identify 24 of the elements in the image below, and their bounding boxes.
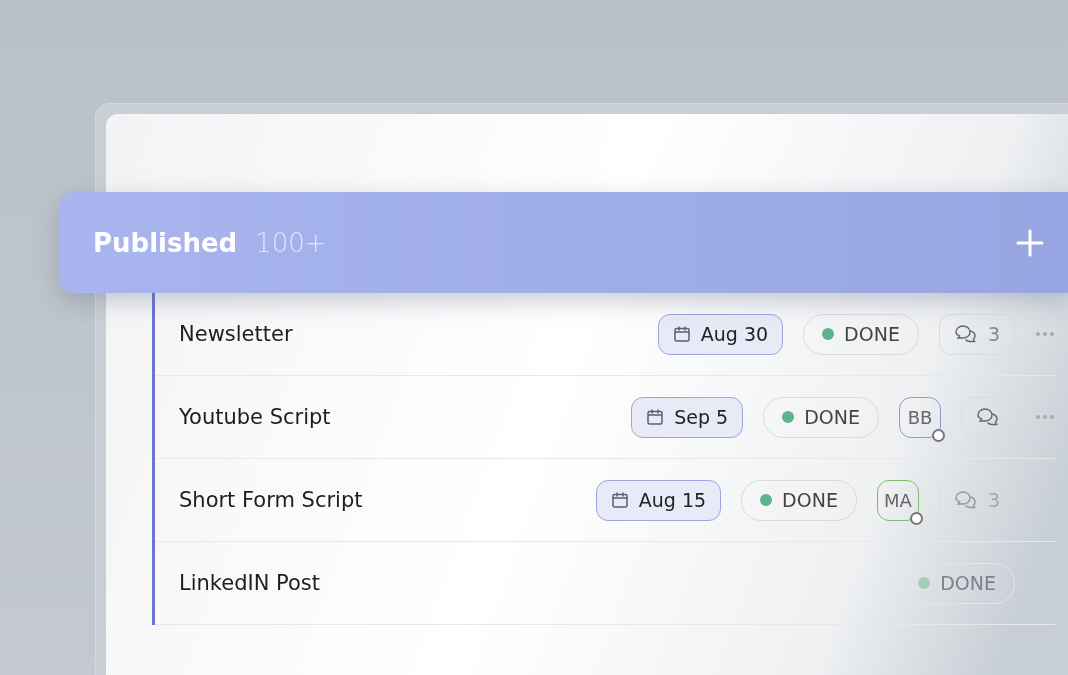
due-date-chip[interactable]: Sep 5 [631,396,744,438]
add-button[interactable] [1016,228,1044,257]
task-title: Youtube Script [179,405,331,429]
task-title: Newsletter [179,322,293,346]
comments-icon [953,490,978,510]
task-row[interactable]: Youtube Script Sep 5 DONE BB [155,376,1055,459]
due-date-chip[interactable]: Aug 15 [595,479,722,521]
calendar-icon [672,325,691,343]
calendar-icon [610,491,629,509]
comments-icon [953,324,978,344]
more-icon[interactable] [1035,331,1055,337]
status-chip[interactable]: DONE [803,313,919,355]
task-row[interactable]: Newsletter Aug 30 DONE 3 [155,293,1055,376]
more-icon[interactable] [1035,414,1055,420]
status-chip[interactable]: DONE [763,396,879,438]
comments-icon [976,407,1000,427]
group-count: 100+ [255,227,327,258]
calendar-icon [646,408,665,426]
task-title: Short Form Script [179,488,363,512]
group-title: Published [93,227,238,258]
status-chip[interactable]: DONE [741,479,857,521]
task-row[interactable]: LinkedIN Post DONE [155,542,1055,625]
task-title: LinkedIN Post [179,571,321,595]
due-date-chip[interactable]: Aug 30 [657,313,784,355]
